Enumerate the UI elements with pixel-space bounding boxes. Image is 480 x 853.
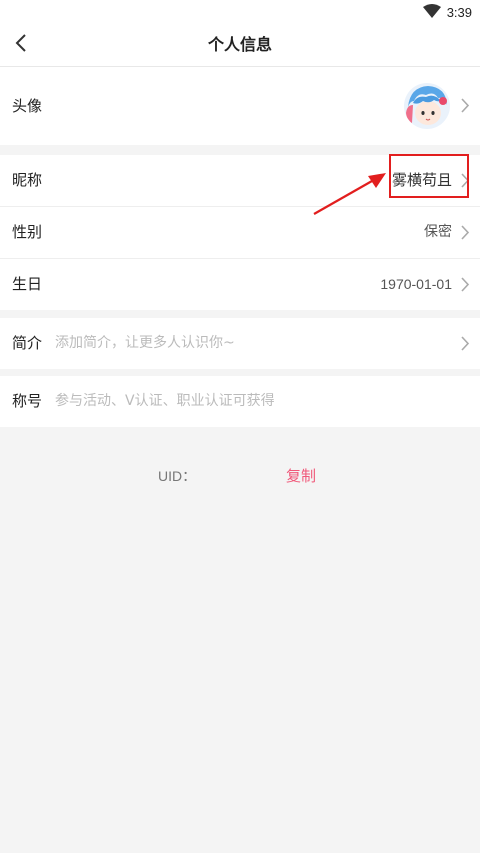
uid-label: UID： <box>158 468 197 484</box>
title-section: 称号 参与活动、V认证、职业认证可获得 <box>0 376 480 427</box>
gender-row[interactable]: 性别 保密 <box>0 207 480 259</box>
bio-label: 简介 <box>12 334 43 352</box>
highlight-box <box>389 154 469 198</box>
wifi-icon <box>422 3 441 22</box>
birthday-row[interactable]: 生日 1970-01-01 <box>0 259 480 310</box>
gender-label: 性别 <box>12 223 43 241</box>
avatar-section: 头像 <box>0 67 480 145</box>
title-placeholder: 参与活动、V认证、职业认证可获得 <box>55 393 275 409</box>
status-bar: 3:39 <box>0 0 480 24</box>
avatar-row[interactable]: 头像 <box>0 67 480 145</box>
bio-row[interactable]: 简介 添加简介，让更多人认识你~ <box>0 318 480 369</box>
avatar[interactable] <box>404 83 450 129</box>
chevron-right-icon <box>460 336 470 351</box>
avatar-label: 头像 <box>12 97 43 115</box>
birthday-label: 生日 <box>12 275 43 293</box>
gender-value: 保密 <box>424 224 452 240</box>
nickname-label: 昵称 <box>12 171 43 189</box>
chevron-right-icon <box>460 225 470 240</box>
bio-placeholder: 添加简介，让更多人认识你~ <box>55 335 235 351</box>
page-title: 个人信息 <box>207 35 272 54</box>
chevron-right-icon <box>460 277 470 292</box>
annotation-arrow <box>313 173 386 215</box>
status-time: 3:39 <box>446 4 472 20</box>
title-row: 称号 参与活动、V认证、职业认证可获得 <box>0 376 480 427</box>
uid-area: UID： 复制 <box>0 460 480 492</box>
chevron-right-icon <box>460 98 470 113</box>
title-bar: 个人信息 <box>0 24 480 67</box>
copy-button[interactable]: 复制 <box>286 460 316 492</box>
bio-section: 简介 添加简介，让更多人认识你~ <box>0 318 480 369</box>
birthday-value: 1970-01-01 <box>380 276 452 292</box>
status-icons: 3:39 <box>422 3 472 22</box>
title-label: 称号 <box>12 392 43 410</box>
